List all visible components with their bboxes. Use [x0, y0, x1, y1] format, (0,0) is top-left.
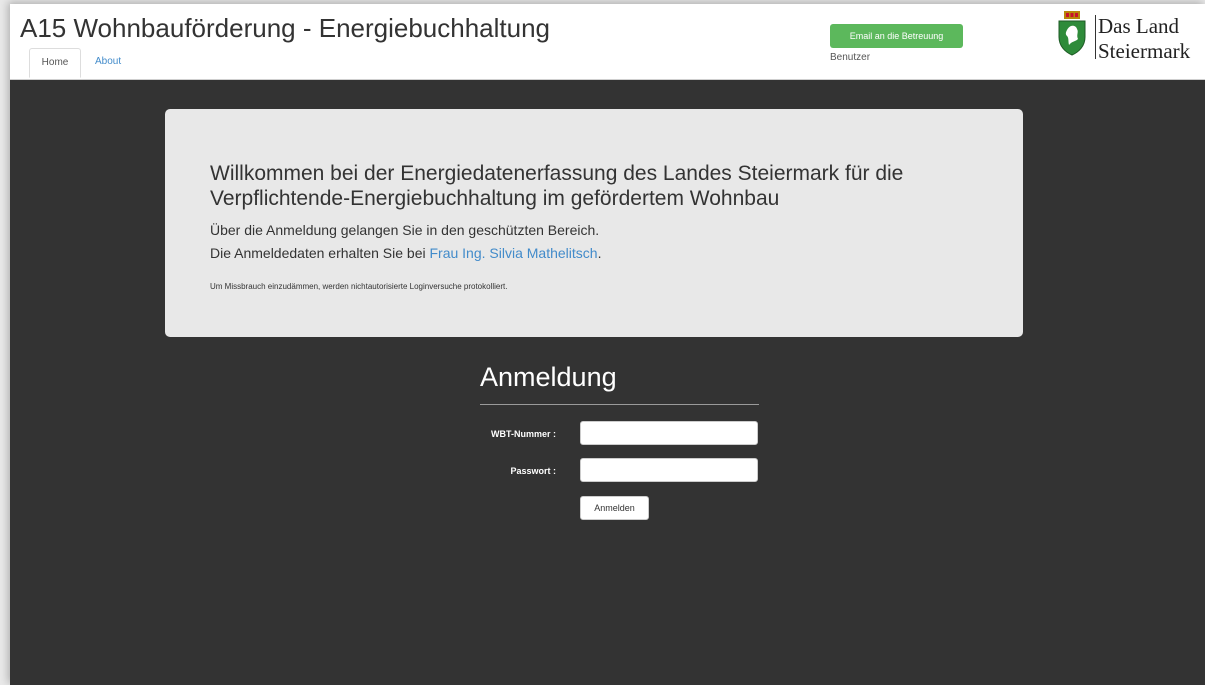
password-input[interactable] — [580, 458, 758, 482]
welcome-heading: Willkommen bei der Energiedatenerfassung… — [210, 162, 904, 210]
logo-text-line2: Steiermark — [1098, 39, 1191, 63]
email-support-button[interactable]: Email an die Betreuung — [830, 24, 963, 48]
login-divider — [480, 404, 759, 405]
login-title: Anmeldung — [480, 362, 617, 392]
app-title: A15 Wohnbauförderung - Energiebuchhaltun… — [20, 13, 551, 43]
user-label: Benutzer — [830, 52, 871, 63]
welcome-text-line2-suffix: . — [597, 245, 602, 261]
top-navbar: A15 Wohnbauförderung - Energiebuchhaltun… — [10, 4, 1205, 80]
login-button[interactable]: Anmelden — [580, 496, 649, 520]
password-label: Passwort : — [510, 466, 556, 476]
welcome-panel: Willkommen bei der Energiedatenerfassung… — [165, 109, 1023, 337]
tab-about[interactable]: About — [95, 48, 121, 76]
logging-notice: Um Missbrauch einzudämmen, werden nichta… — [210, 282, 508, 291]
contact-link[interactable]: Frau Ing. Silvia Mathelitsch — [429, 245, 597, 261]
browser-viewport: A15 Wohnbauförderung - Energiebuchhaltun… — [10, 4, 1205, 685]
steiermark-crest-icon — [1058, 11, 1086, 56]
tab-home[interactable]: Home — [29, 48, 81, 78]
steiermark-logo: Das Land Steiermark — [1055, 8, 1205, 78]
welcome-text-line2-prefix: Die Anmeldedaten erhalten Sie bei — [210, 245, 430, 261]
wbt-number-input[interactable] — [580, 421, 758, 445]
logo-divider — [1095, 15, 1096, 59]
welcome-text-line2: Die Anmeldedaten erhalten Sie bei Frau I… — [210, 245, 601, 261]
wbt-number-label: WBT-Nummer : — [491, 429, 556, 439]
welcome-text-line1: Über die Anmeldung gelangen Sie in den g… — [210, 222, 600, 238]
logo-text-line1: Das Land — [1098, 14, 1180, 38]
